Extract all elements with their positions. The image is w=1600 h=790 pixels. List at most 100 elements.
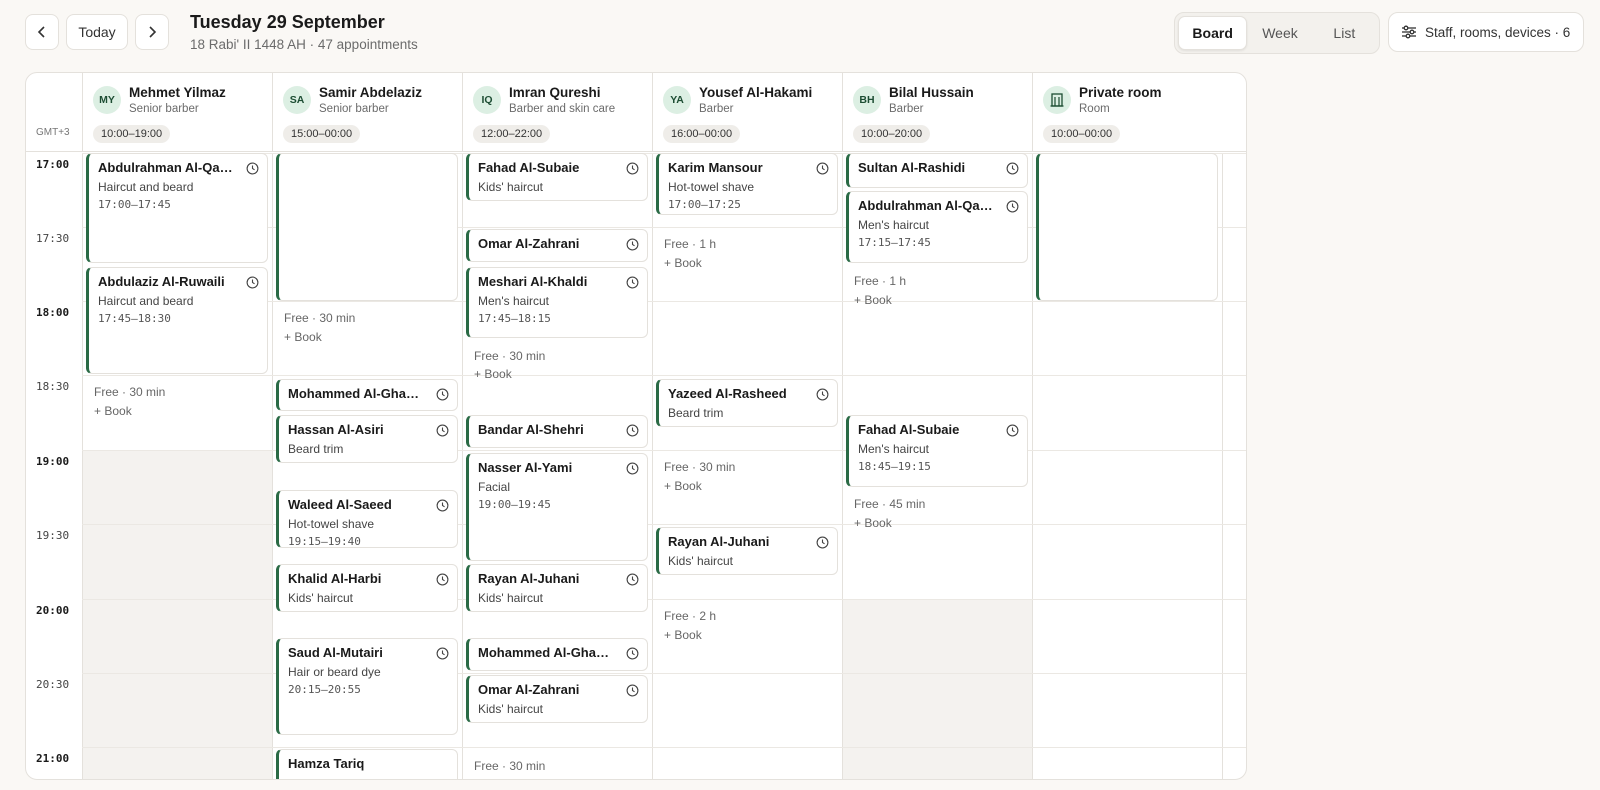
book-slot-button[interactable]: + Book xyxy=(284,330,322,344)
service-name: Men's haircut xyxy=(858,442,929,456)
time-label: 18:30 xyxy=(36,380,70,393)
resource-filter-button[interactable]: Staff, rooms, devices · 6 xyxy=(1388,12,1584,52)
room-column-private xyxy=(1032,153,1222,779)
client-name: Mohammed Al-Gham… xyxy=(288,386,431,401)
clock-icon xyxy=(246,162,259,175)
staff-header-bilal[interactable]: BH Bilal Hussain Barber 10:00–20:00 xyxy=(842,73,1032,152)
free-slot-label: Free · 2 h xyxy=(664,609,717,623)
service-name: Hot-towel shave xyxy=(288,517,375,531)
appointment-card[interactable]: Rayan Al-Juhani Kids' haircut xyxy=(656,527,838,575)
appointment-card[interactable]: Hamza Tariq xyxy=(276,749,458,779)
appointment-card[interactable]: Hassan Al-Asiri Beard trim xyxy=(276,415,458,463)
clock-icon xyxy=(436,424,449,437)
view-switcher: Board Week List xyxy=(1174,12,1380,54)
clock-icon xyxy=(816,162,829,175)
book-slot-button[interactable]: + Book xyxy=(94,404,132,418)
service-name: Kids' haircut xyxy=(478,180,543,194)
sliders-icon xyxy=(1402,25,1416,39)
appointment-card[interactable]: Mohammed Al-Gham… xyxy=(466,638,648,671)
room-header-private[interactable]: Private room Room 10:00–00:00 xyxy=(1032,73,1222,152)
staff-name: Imran Qureshi xyxy=(509,85,601,100)
service-name: Kids' haircut xyxy=(288,591,353,605)
service-name: Hot-towel shave xyxy=(668,180,755,194)
appointment-card[interactable]: Rayan Al-Juhani Kids' haircut xyxy=(466,564,648,612)
time-label: 19:00 xyxy=(36,455,70,468)
working-hours-badge: 10:00–19:00 xyxy=(93,125,171,143)
client-name: Karim Mansour xyxy=(668,160,763,175)
appointment-card-continued[interactable] xyxy=(1036,153,1218,301)
avatar xyxy=(1043,86,1071,114)
appointment-card[interactable]: Karim Mansour Hot-towel shave 17:00–17:2… xyxy=(656,153,838,215)
appointment-card[interactable]: Omar Al-Zahrani Kids' haircut xyxy=(466,675,648,723)
appointment-card[interactable]: Yazeed Al-Rasheed Beard trim xyxy=(656,379,838,427)
appointment-card-continued[interactable] xyxy=(276,153,458,301)
staff-header-mehmet[interactable]: MY Mehmet Yilmaz Senior barber 10:00–19:… xyxy=(82,73,272,152)
top-bar: Today Tuesday 29 September 18 Rabi' II 1… xyxy=(0,0,1600,70)
appointment-card[interactable]: Meshari Al-Khaldi Men's haircut 17:45–18… xyxy=(466,267,648,338)
avatar: YA xyxy=(663,86,691,114)
staff-role: Barber xyxy=(889,103,924,115)
appointment-card[interactable]: Fahad Al-Subaie Men's haircut 18:45–19:1… xyxy=(846,415,1028,487)
staff-header-samir[interactable]: SA Samir Abdelaziz Senior barber 15:00–0… xyxy=(272,73,462,152)
avatar: BH xyxy=(853,86,881,114)
appointment-time: 17:00–17:25 xyxy=(668,198,741,211)
appointment-card[interactable]: Omar Al-Zahrani xyxy=(466,229,648,262)
appointment-card[interactable]: Bandar Al-Shehri xyxy=(466,415,648,448)
clock-icon xyxy=(436,647,449,660)
service-name: Men's haircut xyxy=(478,294,549,308)
client-name: Abdulrahman Al-Qah… xyxy=(98,160,241,175)
appointment-card[interactable]: Waleed Al-Saeed Hot-towel shave 19:15–19… xyxy=(276,490,458,548)
appointment-card[interactable]: Abdulaziz Al-Ruwaili Haircut and beard 1… xyxy=(86,267,268,374)
client-name: Omar Al-Zahrani xyxy=(478,682,580,697)
next-day-button[interactable] xyxy=(135,14,169,50)
appointment-card[interactable]: Abdulrahman Al-Qah… Men's haircut 17:15–… xyxy=(846,191,1028,263)
tab-board[interactable]: Board xyxy=(1178,16,1248,50)
appointment-card[interactable]: Abdulrahman Al-Qah… Haircut and beard 17… xyxy=(86,153,268,263)
book-slot-button[interactable]: + Book xyxy=(854,516,892,530)
client-name: Abdulrahman Al-Qah… xyxy=(858,198,1001,213)
free-slot-label: Free · 1 h xyxy=(854,274,907,288)
appointment-card[interactable]: Fahad Al-Subaie Kids' haircut xyxy=(466,153,648,201)
staff-role: Barber xyxy=(699,103,734,115)
today-button[interactable]: Today xyxy=(66,14,128,50)
appointment-card[interactable]: Mohammed Al-Gham… xyxy=(276,379,458,411)
clock-icon xyxy=(1006,162,1019,175)
free-slot-label: Free · 30 min xyxy=(94,385,166,399)
staff-column-bilal: Sultan Al-Rashidi Abdulrahman Al-Qah… Me… xyxy=(842,153,1032,779)
service-name: Kids' haircut xyxy=(478,702,543,716)
staff-header-imran[interactable]: IQ Imran Qureshi Barber and skin care 12… xyxy=(462,73,652,152)
staff-name: Yousef Al-Hakami xyxy=(699,85,813,100)
time-label: 18:00 xyxy=(36,306,70,319)
clock-icon xyxy=(626,647,639,660)
room-name: Private room xyxy=(1079,85,1162,100)
staff-role: Senior barber xyxy=(129,103,199,115)
appointment-card[interactable]: Nasser Al-Yami Facial 19:00–19:45 xyxy=(466,453,648,561)
client-name: Mohammed Al-Gham… xyxy=(478,645,621,660)
client-name: Omar Al-Zahrani xyxy=(478,236,580,251)
client-name: Abdulaziz Al-Ruwaili xyxy=(98,274,225,289)
tab-week[interactable]: Week xyxy=(1247,16,1312,50)
client-name: Meshari Al-Khaldi xyxy=(478,274,588,289)
service-name: Beard trim xyxy=(668,406,724,420)
working-hours-badge: 10:00–20:00 xyxy=(853,125,931,143)
resource-filter-label: Staff, rooms, devices · 6 xyxy=(1425,24,1571,40)
appointment-card[interactable]: Khalid Al-Harbi Kids' haircut xyxy=(276,564,458,612)
client-name: Saud Al-Mutairi xyxy=(288,645,383,660)
book-slot-button[interactable]: + Book xyxy=(664,628,702,642)
page-subtitle: 18 Rabi' II 1448 AH · 47 appointments xyxy=(190,37,418,52)
book-slot-button[interactable]: + Book xyxy=(474,367,512,381)
avatar: MY xyxy=(93,86,121,114)
prev-day-button[interactable] xyxy=(25,14,59,50)
free-slot-label: Free · 30 min xyxy=(474,759,546,773)
schedule-board: GMT+3 MY Mehmet Yilmaz Senior barber 10:… xyxy=(25,72,1247,780)
book-slot-button[interactable]: + Book xyxy=(664,479,702,493)
book-slot-button[interactable]: + Book xyxy=(854,293,892,307)
appointment-card[interactable]: Saud Al-Mutairi Hair or beard dye 20:15–… xyxy=(276,638,458,735)
staff-header-yousef[interactable]: YA Yousef Al-Hakami Barber 16:00–00:00 xyxy=(652,73,842,152)
client-name: Rayan Al-Juhani xyxy=(668,534,770,549)
tab-list[interactable]: List xyxy=(1313,16,1376,50)
clock-icon xyxy=(626,462,639,475)
appointment-card[interactable]: Sultan Al-Rashidi xyxy=(846,153,1028,188)
book-slot-button[interactable]: + Book xyxy=(664,256,702,270)
clock-icon xyxy=(436,499,449,512)
